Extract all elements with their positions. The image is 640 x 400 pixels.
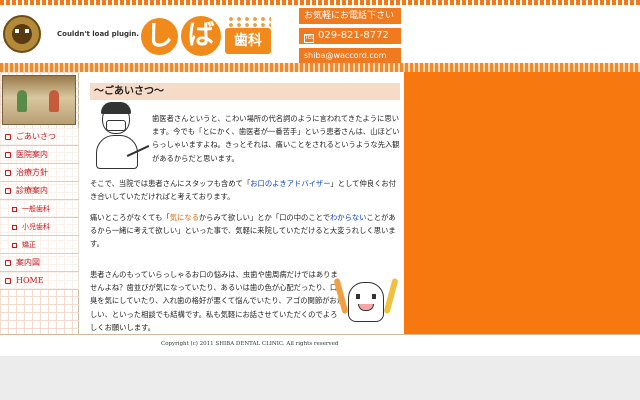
main-content: ～ごあいさつ～ 歯医者さんというと、こわい場所の代名詞のように言われてきたように…: [80, 72, 404, 334]
sidebar-item[interactable]: 治療方針: [0, 164, 79, 182]
bullet-icon: [5, 134, 11, 140]
logo-subtitle: 歯科: [225, 28, 271, 54]
logo-kana-2: ば: [181, 16, 221, 56]
bullet-icon: [5, 188, 11, 194]
tooth-eyes: [356, 294, 376, 299]
seal-eyes: [15, 29, 29, 33]
p3-highlight-2: わからない: [330, 213, 367, 222]
sidebar-item-label: 案内図: [16, 258, 40, 267]
sidebar-item[interactable]: 案内図: [0, 254, 79, 272]
sidebar-nav: ごあいさつ医院案内治療方針診療案内一般歯科小児歯科矯正案内図 HOME: [0, 128, 79, 290]
contact-box: お気軽にお電話下さい TEL 029-821-8772 shiba@waccord…: [299, 8, 401, 68]
dentist-hair: [101, 102, 131, 114]
bullet-icon: [5, 260, 11, 266]
bullet-icon: [12, 207, 17, 212]
right-orange-panel: [404, 72, 640, 334]
sidebar-item-label: ごあいさつ: [16, 132, 56, 141]
greeting-paragraph-2: そこで、当院では患者さんにスタッフも含めて「お口のよきアドバイザー」として仲良く…: [90, 177, 400, 203]
sidebar-item-label: 医院案内: [16, 150, 48, 159]
header-top-stripe: [0, 0, 640, 5]
bullet-icon: [12, 243, 17, 248]
greeting-paragraph-4: 患者さんのもっていらっしゃるお口の悩みは、虫歯や歯周病だけではありませんよね？歯…: [90, 270, 345, 332]
site-logo[interactable]: し ば 歯科: [141, 16, 271, 60]
copyright: Copyright (c) 2011 SHIBA DENTAL CLINIC. …: [161, 341, 339, 347]
contact-email[interactable]: shiba@waccord.com: [299, 48, 401, 64]
dentist-mask: [106, 120, 126, 131]
plugin-error-message: Couldn't load plugin.: [57, 30, 140, 38]
sidebar-item[interactable]: 医院案内: [0, 146, 79, 164]
sidebar-item-label: 診療案内: [16, 186, 48, 195]
sidebar: ごあいさつ医院案内治療方針診療案内一般歯科小児歯科矯正案内図 HOME: [0, 72, 79, 334]
phone-icon: TEL: [304, 34, 314, 43]
tooth-icon: [348, 282, 384, 322]
sidebar-item-label: 小児歯科: [22, 223, 50, 231]
logo-kana-1: し: [141, 18, 178, 55]
browser-blank-area: [0, 356, 640, 400]
clinic-photo: [2, 75, 76, 125]
sidebar-item-label: HOME: [16, 276, 44, 285]
clinic-seal-icon[interactable]: [3, 15, 41, 53]
sidebar-item[interactable]: 矯正: [0, 236, 79, 254]
sidebar-item[interactable]: 一般歯科: [0, 200, 79, 218]
tel-number: 029-821-8772: [318, 30, 389, 41]
sidebar-item[interactable]: 小児歯科: [0, 218, 79, 236]
sidebar-item[interactable]: ごあいさつ: [0, 128, 79, 146]
dentist-illustration: [92, 100, 152, 180]
bullet-icon: [5, 278, 11, 284]
site-footer: Copyright (c) 2011 SHIBA DENTAL CLINIC. …: [0, 334, 640, 356]
contact-tel[interactable]: TEL 029-821-8772: [299, 28, 401, 44]
logo-dots-decoration: [227, 16, 271, 28]
p2-text-a: そこで、当院では患者さんにスタッフも含めて「: [90, 179, 251, 188]
greeting-paragraph-1: 歯医者さんというと、こわい場所の代名詞のように言われてきたように思います。今でも…: [152, 114, 400, 163]
toothbrush-icon: [383, 277, 399, 315]
header-bottom-stripe: [0, 63, 640, 72]
seal-face: [12, 24, 32, 44]
sidebar-item-label: 治療方針: [16, 168, 48, 177]
photo-figure: [17, 90, 27, 112]
bullet-icon: [5, 152, 11, 158]
site-header: Couldn't load plugin. し ば 歯科 お気軽にお電話下さい …: [0, 0, 640, 72]
sidebar-item[interactable]: 診療案内: [0, 182, 79, 200]
p3-text-b: からみて欲しい」とか「口の中のことで: [198, 213, 330, 222]
sidebar-item-label: 一般歯科: [22, 205, 50, 213]
sidebar-item-label: 矯正: [22, 241, 36, 249]
greeting-paragraph-3: 痛いところがなくても「気になるからみて欲しい」とか「口の中のことでわからないこと…: [90, 211, 400, 251]
p2-highlight: お口のよきアドバイザー: [250, 179, 331, 188]
contact-call-label: お気軽にお電話下さい: [299, 8, 401, 24]
bullet-icon: [5, 170, 11, 176]
p3-text-a: 痛いところがなくても「: [90, 213, 170, 222]
sidebar-item[interactable]: HOME: [0, 272, 79, 290]
page-title: ～ごあいさつ～: [90, 83, 400, 100]
photo-figure: [49, 90, 59, 112]
tooth-illustration: [333, 276, 399, 334]
p3-highlight-1: 気になる: [169, 213, 199, 222]
bullet-icon: [12, 225, 17, 230]
